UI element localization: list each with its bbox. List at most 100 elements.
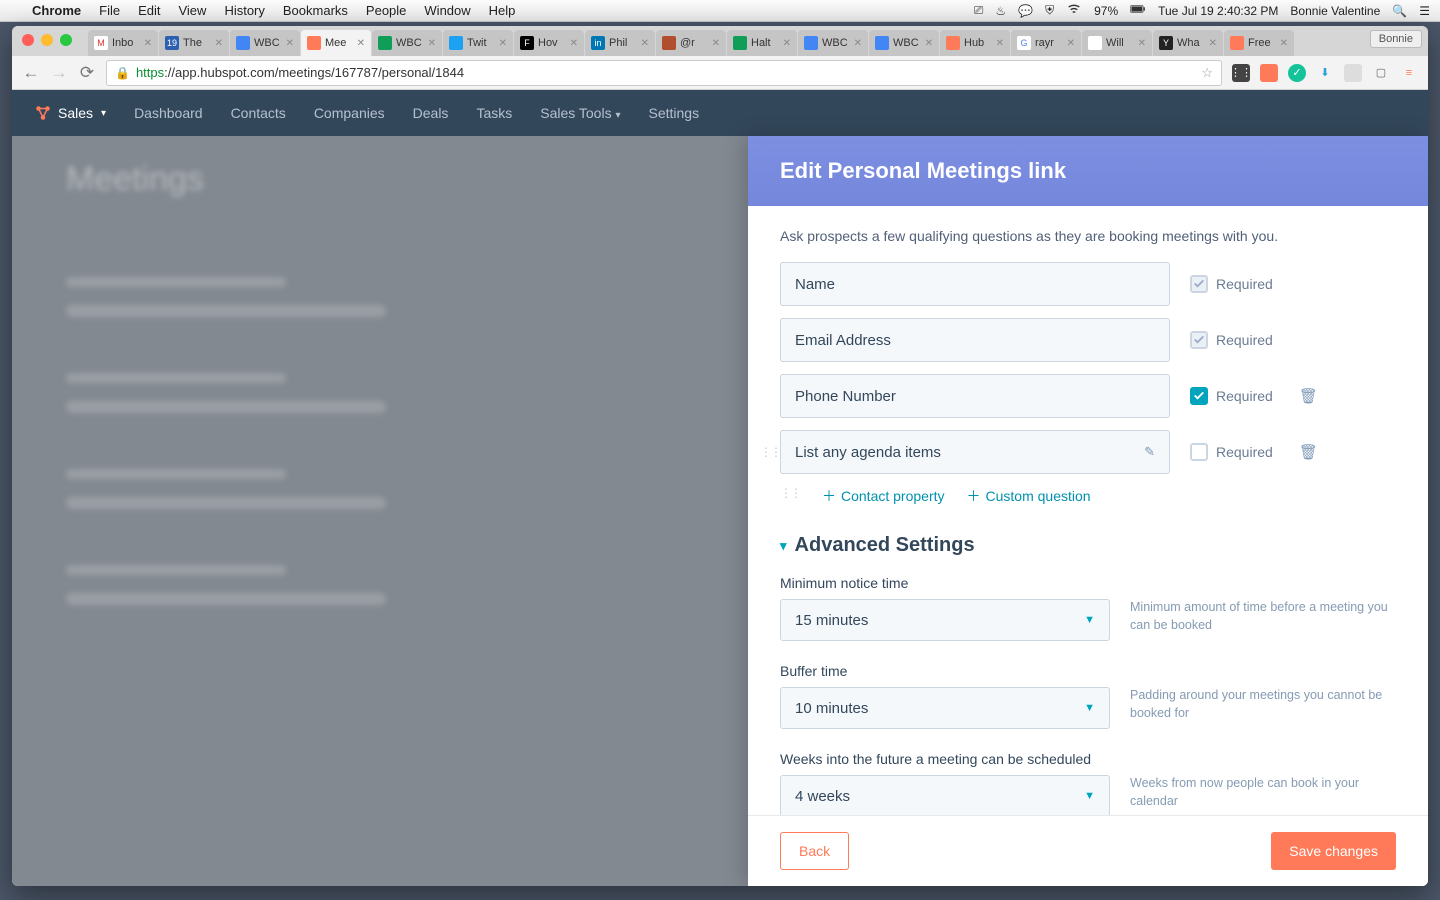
chat-icon[interactable]: 💬 (1018, 4, 1033, 18)
field-input[interactable]: List any agenda items✎ (780, 430, 1170, 474)
tab-favicon: M (94, 36, 108, 50)
extension-icon[interactable] (1344, 64, 1362, 82)
required-toggle[interactable]: Required (1190, 443, 1273, 461)
browser-tab[interactable]: WBC✕ (230, 30, 300, 56)
close-tab-icon[interactable]: ✕ (1209, 38, 1217, 49)
browser-tab[interactable]: Twit✕ (443, 30, 513, 56)
close-tab-icon[interactable]: ✕ (1138, 38, 1146, 49)
browser-tab[interactable]: 19The✕ (159, 30, 229, 56)
close-window-icon[interactable] (22, 34, 34, 46)
menubar-item[interactable]: Bookmarks (283, 3, 348, 18)
menubar-item[interactable]: File (99, 3, 120, 18)
close-tab-icon[interactable]: ✕ (854, 38, 862, 49)
close-tab-icon[interactable]: ✕ (215, 38, 223, 49)
setting-select[interactable]: 15 minutes▼ (780, 599, 1110, 641)
browser-tab[interactable]: Mee✕ (301, 30, 371, 56)
close-tab-icon[interactable]: ✕ (712, 38, 720, 49)
browser-tab[interactable]: WBC✕ (869, 30, 939, 56)
browser-tab[interactable]: WBC✕ (798, 30, 868, 56)
nav-sales-tools[interactable]: Sales Tools ▾ (540, 105, 620, 121)
address-bar[interactable]: 🔒 https://app.hubspot.com/meetings/16778… (106, 60, 1222, 86)
reload-button[interactable]: ⟳ (78, 63, 96, 83)
shield-icon[interactable]: ⛨ (1045, 3, 1054, 18)
browser-tab[interactable]: FHov✕ (514, 30, 584, 56)
chrome-profile-chip[interactable]: Bonnie (1370, 30, 1422, 48)
menubar-item[interactable]: Help (489, 3, 516, 18)
close-tab-icon[interactable]: ✕ (144, 38, 152, 49)
browser-tab[interactable]: Free✕ (1224, 30, 1294, 56)
menubar-user[interactable]: Bonnie Valentine (1290, 4, 1380, 18)
menubar-item[interactable]: Edit (138, 3, 160, 18)
nav-companies[interactable]: Companies (314, 105, 385, 121)
close-tab-icon[interactable]: ✕ (996, 38, 1004, 49)
bookmark-star-icon[interactable]: ☆ (1201, 65, 1213, 81)
pocket-extension-icon[interactable]: ⬇ (1316, 64, 1334, 82)
required-toggle[interactable]: Required (1190, 387, 1273, 405)
setting-select[interactable]: 10 minutes▼ (780, 687, 1110, 729)
browser-tab[interactable]: @r✕ (656, 30, 726, 56)
hubspot-extension-icon[interactable] (1260, 64, 1278, 82)
save-changes-button[interactable]: Save changes (1271, 832, 1396, 870)
airplay-icon[interactable]: ⎚ (974, 3, 984, 18)
menubar-item[interactable]: History (224, 3, 264, 18)
field-input[interactable]: Email Address (780, 318, 1170, 362)
grammarly-extension-icon[interactable]: ✓ (1288, 64, 1306, 82)
drag-handle-icon[interactable]: ⋮⋮ (780, 486, 800, 506)
close-tab-icon[interactable]: ✕ (499, 38, 507, 49)
browser-tab[interactable]: MInbo✕ (88, 30, 158, 56)
close-tab-icon[interactable]: ✕ (1280, 38, 1288, 49)
menubar-item[interactable]: View (178, 3, 206, 18)
back-button[interactable]: Back (780, 832, 849, 870)
panel-body[interactable]: Ask prospects a few qualifying questions… (748, 206, 1428, 815)
menu-icon[interactable]: ☰ (1419, 4, 1430, 18)
close-tab-icon[interactable]: ✕ (428, 38, 436, 49)
delete-icon[interactable]: 🗑 (1299, 387, 1318, 405)
cast-icon[interactable]: ▢ (1372, 64, 1390, 82)
field-input[interactable]: Name (780, 262, 1170, 306)
close-tab-icon[interactable]: ✕ (1067, 38, 1075, 49)
flame-icon[interactable]: ♨ (995, 4, 1006, 18)
nav-tasks[interactable]: Tasks (476, 105, 512, 121)
browser-tab[interactable]: WBC✕ (372, 30, 442, 56)
required-toggle: Required (1190, 331, 1273, 349)
close-tab-icon[interactable]: ✕ (286, 38, 294, 49)
drag-handle-icon[interactable]: ⋮⋮ (760, 445, 780, 459)
add-custom-question-link[interactable]: ＋Custom question (967, 486, 1091, 506)
add-contact-property-link[interactable]: ＋Contact property (822, 486, 945, 506)
menubar-app[interactable]: Chrome (32, 3, 81, 18)
nav-deals[interactable]: Deals (413, 105, 449, 121)
edit-icon[interactable]: ✎ (1144, 444, 1155, 460)
close-tab-icon[interactable]: ✕ (925, 38, 933, 49)
advanced-settings-header[interactable]: ▾ Advanced Settings (780, 534, 1396, 557)
minimize-window-icon[interactable] (41, 34, 53, 46)
browser-tab[interactable]: YWha✕ (1153, 30, 1223, 56)
close-tab-icon[interactable]: ✕ (357, 38, 365, 49)
nav-dashboard[interactable]: Dashboard (134, 105, 203, 121)
hubspot-brand[interactable]: Sales▾ (34, 104, 106, 122)
chrome-menu-icon[interactable]: ≡ (1400, 64, 1418, 82)
menubar-item[interactable]: People (366, 3, 406, 18)
maximize-window-icon[interactable] (60, 34, 72, 46)
window-controls[interactable] (22, 34, 72, 46)
back-button[interactable]: ← (22, 63, 40, 83)
browser-tab[interactable]: inPhil✕ (585, 30, 655, 56)
browser-tab[interactable]: Will✕ (1082, 30, 1152, 56)
forward-button[interactable]: → (50, 63, 68, 83)
delete-icon[interactable]: 🗑 (1299, 443, 1318, 461)
field-input[interactable]: Phone Number (780, 374, 1170, 418)
spotlight-icon[interactable]: 🔍 (1392, 4, 1407, 18)
browser-tab[interactable]: Halt✕ (727, 30, 797, 56)
menubar-datetime[interactable]: Tue Jul 19 2:40:32 PM (1158, 4, 1278, 18)
browser-tab[interactable]: Grayr✕ (1011, 30, 1081, 56)
wifi-icon[interactable] (1066, 1, 1082, 20)
browser-tab[interactable]: Hub✕ (940, 30, 1010, 56)
nav-contacts[interactable]: Contacts (231, 105, 286, 121)
extension-icon[interactable]: ⋮⋮ (1232, 64, 1250, 82)
setting-select[interactable]: 4 weeks▼ (780, 775, 1110, 815)
close-tab-icon[interactable]: ✕ (570, 38, 578, 49)
close-tab-icon[interactable]: ✕ (783, 38, 791, 49)
nav-settings[interactable]: Settings (649, 105, 700, 121)
tab-favicon: Y (1159, 36, 1173, 50)
close-tab-icon[interactable]: ✕ (641, 38, 649, 49)
menubar-item[interactable]: Window (424, 3, 470, 18)
